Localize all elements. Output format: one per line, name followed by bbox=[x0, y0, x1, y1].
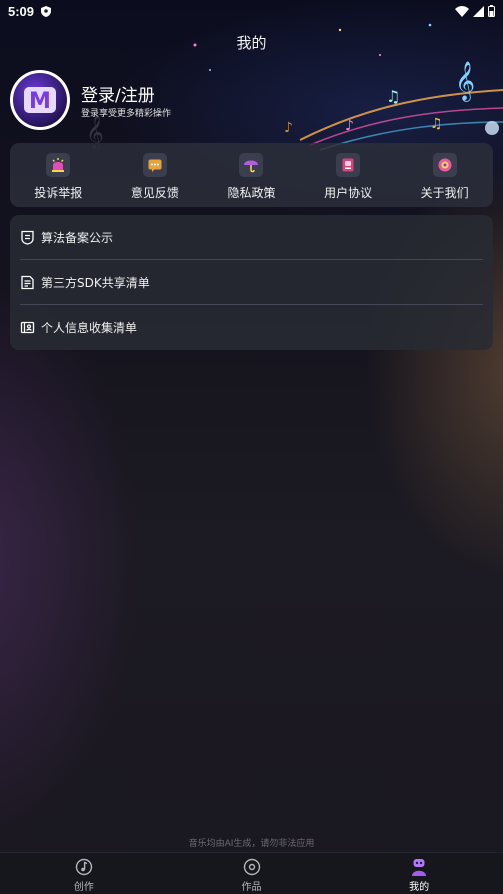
svg-text:♫: ♫ bbox=[430, 116, 443, 132]
settings-list: 算法备案公示 第三方SDK共享清单 个人信息收集清单 bbox=[10, 215, 493, 350]
action-report-label: 投诉举报 bbox=[34, 186, 83, 200]
umbrella-icon bbox=[239, 153, 264, 177]
agreement-icon bbox=[336, 153, 361, 177]
tab-mine-label: 我的 bbox=[409, 882, 430, 893]
feedback-icon bbox=[142, 153, 167, 177]
login-subtitle: 登录享受更多精彩操作 bbox=[81, 109, 172, 119]
avatar[interactable]: M bbox=[10, 70, 70, 130]
status-bar: 5:09 bbox=[0, 0, 503, 22]
svg-text:M: M bbox=[29, 89, 51, 114]
svg-text:♪: ♪ bbox=[345, 118, 354, 134]
list-item-algorithm-filing[interactable]: 算法备案公示 bbox=[20, 215, 483, 260]
svg-text:♪: ♪ bbox=[284, 120, 293, 136]
tab-works[interactable]: 作品 bbox=[168, 853, 336, 894]
id-card-icon bbox=[20, 321, 35, 334]
robot-icon bbox=[412, 859, 427, 876]
action-feedback-label: 意见反馈 bbox=[130, 186, 179, 200]
tab-create-label: 创作 bbox=[73, 882, 94, 893]
shield-doc-icon bbox=[21, 230, 34, 245]
action-feedback[interactable]: 意见反馈 bbox=[107, 143, 204, 207]
svg-text:♫: ♫ bbox=[386, 87, 400, 106]
login-register-link[interactable]: 登录/注册 bbox=[81, 81, 155, 106]
list-item-label: 算法备案公示 bbox=[41, 230, 114, 245]
music-notes-decoration: 𝄞 ♫ ♪ ♫ ♪ 𝄞 bbox=[86, 23, 503, 151]
ai-disclaimer: 音乐均由AI生成，请勿非法应用 bbox=[188, 839, 315, 849]
about-icon bbox=[432, 153, 457, 177]
svg-text:𝄞: 𝄞 bbox=[455, 61, 475, 102]
list-item-label: 第三方SDK共享清单 bbox=[41, 275, 150, 290]
action-user-agreement[interactable]: 用户协议 bbox=[300, 143, 397, 207]
action-privacy-label: 隐私政策 bbox=[227, 186, 276, 200]
list-item-personal-info[interactable]: 个人信息收集清单 bbox=[20, 305, 483, 350]
bottom-tab-bar: 创作 作品 我的 bbox=[0, 852, 503, 894]
list-item-sdk-sharing[interactable]: 第三方SDK共享清单 bbox=[20, 260, 483, 305]
page-title: 我的 bbox=[236, 34, 267, 52]
action-report[interactable]: 投诉举报 bbox=[10, 143, 107, 207]
tab-works-label: 作品 bbox=[241, 882, 262, 893]
tab-create[interactable]: 创作 bbox=[0, 853, 168, 894]
battery-icon bbox=[488, 5, 495, 17]
action-privacy-policy[interactable]: 隐私政策 bbox=[203, 143, 300, 207]
wifi-icon bbox=[455, 5, 469, 17]
tab-mine[interactable]: 我的 bbox=[335, 853, 503, 894]
document-list-icon bbox=[21, 275, 34, 289]
list-item-label: 个人信息收集清单 bbox=[41, 321, 138, 335]
status-time: 5:09 bbox=[8, 3, 35, 19]
app-logo-icon: M bbox=[13, 73, 67, 127]
shield-icon bbox=[41, 5, 52, 17]
signal-icon bbox=[473, 5, 484, 17]
music-note-icon bbox=[75, 858, 93, 876]
action-about-us[interactable]: 关于我们 bbox=[396, 143, 493, 207]
action-about-label: 关于我们 bbox=[420, 186, 469, 200]
disc-icon bbox=[243, 858, 260, 876]
report-icon bbox=[46, 153, 71, 177]
quick-actions-card: 投诉举报 意见反馈 隐私政策 用户协议 关于我们 bbox=[10, 143, 493, 207]
action-agreement-label: 用户协议 bbox=[324, 186, 373, 200]
